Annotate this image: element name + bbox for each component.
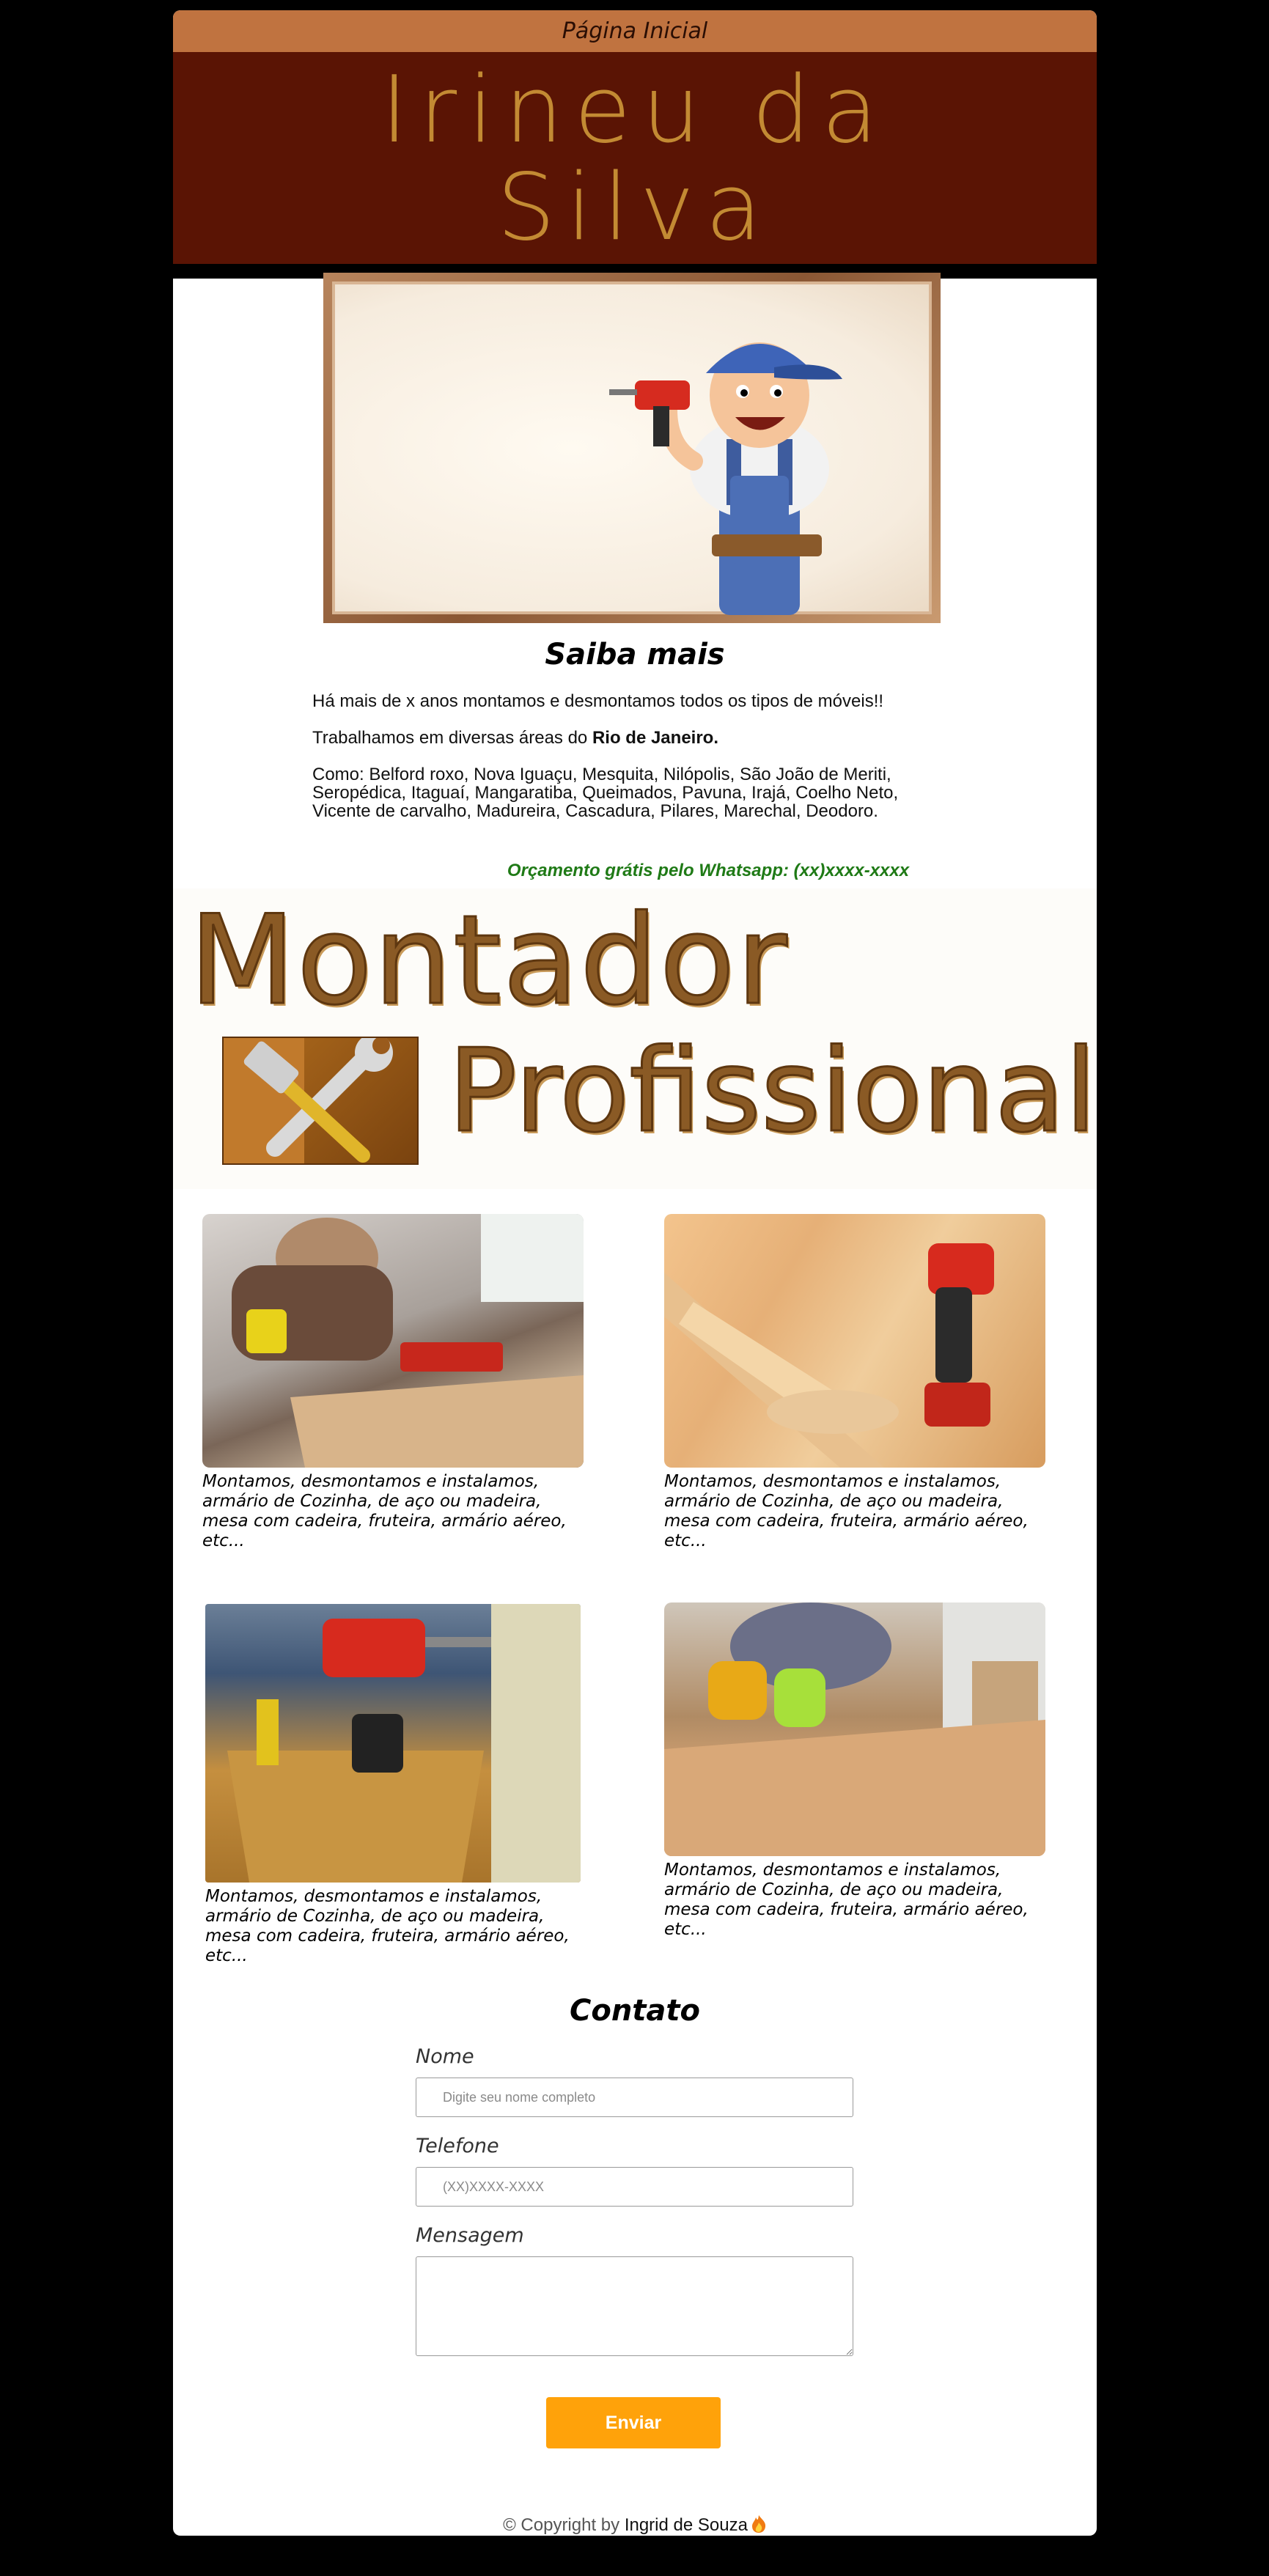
whiteboard (332, 281, 932, 615)
service-card: Montamos, desmontamos e instalamos, armá… (664, 1214, 1045, 1551)
hammer-wrench-icon (222, 1034, 419, 1165)
screwing-floor-photo (664, 1602, 1045, 1856)
service-caption: Montamos, desmontamos e instalamos, armá… (202, 1472, 567, 1550)
phone-input[interactable] (416, 2167, 853, 2207)
contact-heading: Contato (569, 1994, 701, 2028)
service-card: Montamos, desmontamos e instalamos, armá… (202, 1214, 584, 1551)
service-card: Montamos, desmontamos e instalamos, armá… (664, 1602, 1045, 1940)
phone-label: Telefone (416, 2135, 499, 2157)
city-name: Rio de Janeiro. (592, 728, 718, 748)
tool-belt-photo (205, 1604, 581, 1883)
name-input[interactable] (416, 2078, 853, 2117)
nav-home-link[interactable]: Página Inicial (562, 18, 708, 44)
service-caption: Montamos, desmontamos e instalamos, armá… (205, 1887, 570, 1965)
message-textarea[interactable] (416, 2256, 853, 2356)
fire-icon (751, 2514, 767, 2533)
worker-illustration (323, 273, 941, 623)
about-text: Trabalhamos em diversas áreas do (312, 728, 592, 748)
neighborhoods-list: Como: Belford roxo, Nova Iguaçu, Mesquit… (312, 765, 899, 821)
banner-word: Montador (188, 888, 789, 1034)
handyman-cartoon-icon (609, 342, 842, 615)
hero-banner: Irineu da Silva (173, 52, 1097, 264)
footer-copyright: © Copyright by Ingrid de Souza (173, 2514, 1097, 2536)
nav-bar: Página Inicial (173, 10, 1097, 52)
banner-word: Profissional (447, 1023, 1097, 1159)
whatsapp-quote: Orçamento grátis pelo Whatsapp: (xx)xxxx… (507, 861, 910, 880)
name-label: Nome (416, 2045, 474, 2068)
about-paragraph: Há mais de x anos montamos e desmontamos… (312, 691, 884, 711)
carpenter-measuring-photo (202, 1214, 584, 1468)
page-container: Página Inicial Irineu da Silva Saiba mai… (173, 10, 1097, 2536)
site-title: Irineu da Silva (380, 55, 889, 261)
about-heading: Saiba mais (545, 638, 725, 671)
about-paragraph: Trabalhamos em diversas áreas do Rio de … (312, 729, 957, 747)
service-caption: Montamos, desmontamos e instalamos, armá… (664, 1472, 1029, 1550)
message-label: Mensagem (416, 2224, 524, 2247)
author-name: Ingrid de Souza (624, 2515, 748, 2535)
service-card: Montamos, desmontamos e instalamos, armá… (205, 1604, 586, 1966)
service-caption: Montamos, desmontamos e instalamos, armá… (664, 1861, 1029, 1939)
copyright-text: © Copyright by (503, 2515, 625, 2535)
drill-on-wood-photo (664, 1214, 1045, 1468)
montador-banner: Montador Profissional (173, 888, 1097, 1189)
send-button[interactable]: Enviar (546, 2397, 721, 2448)
